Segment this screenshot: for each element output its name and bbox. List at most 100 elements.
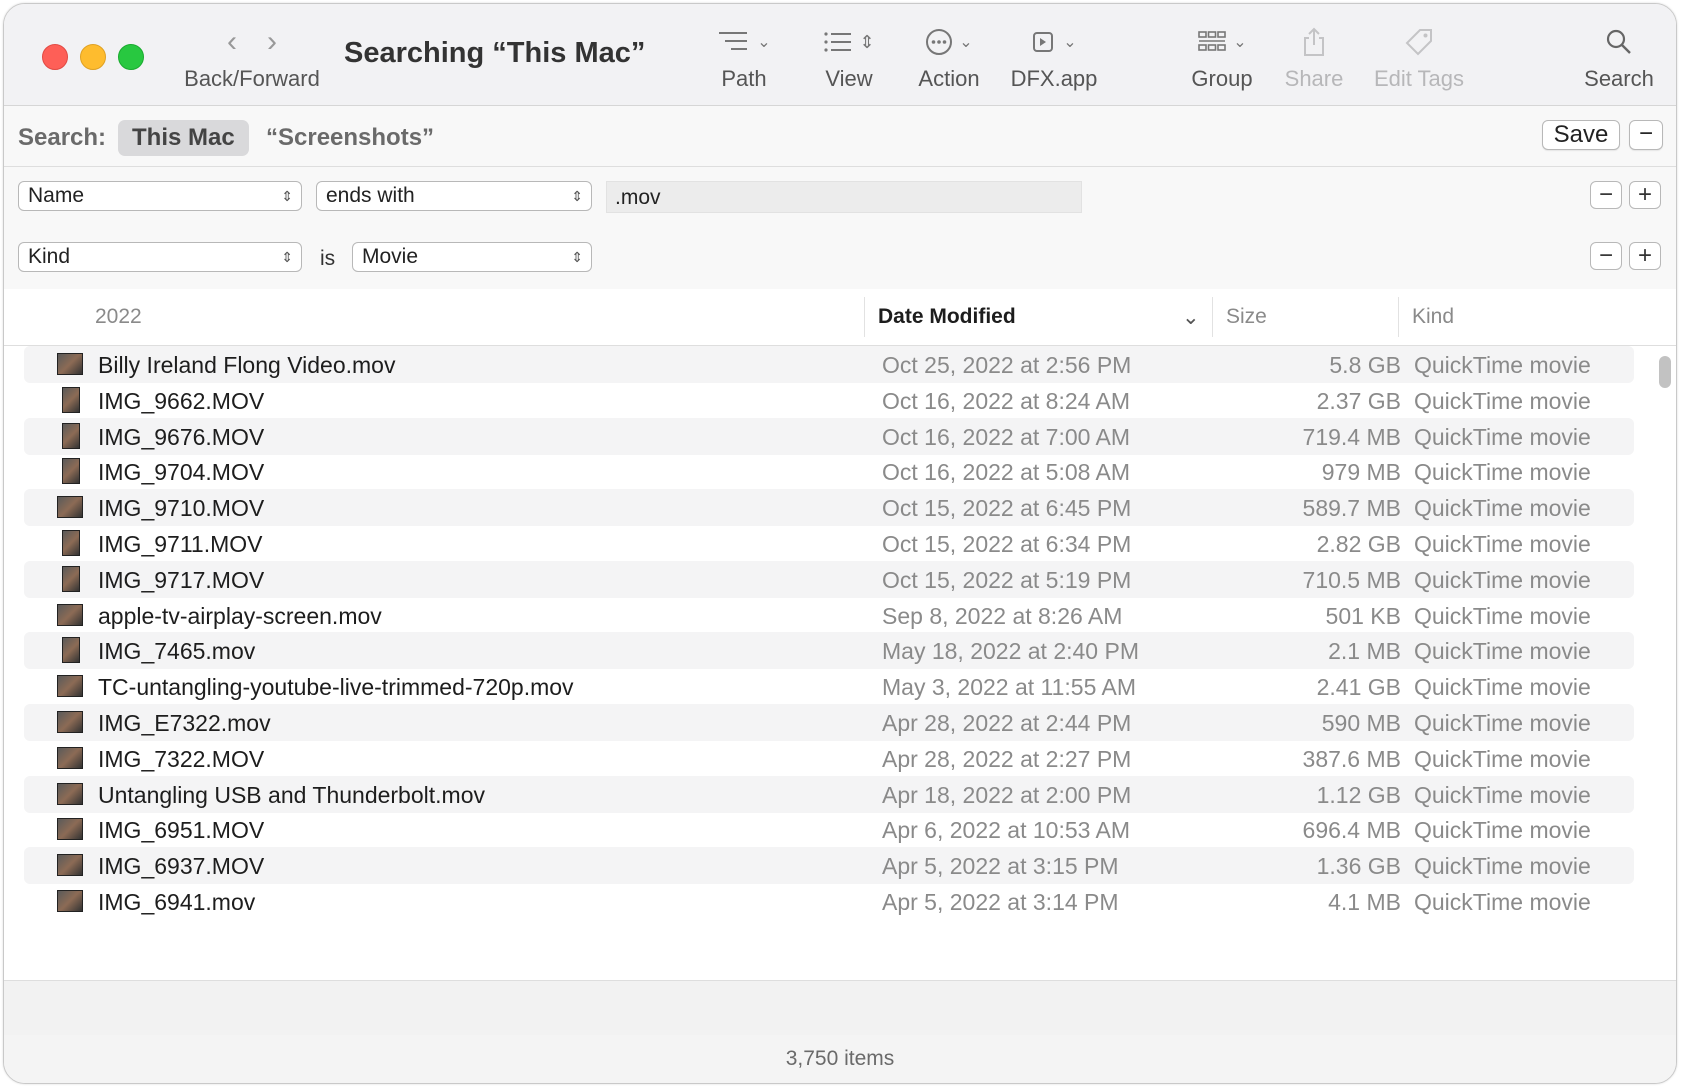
close-button[interactable] [42, 44, 68, 70]
movie-thumbnail-icon [62, 386, 80, 413]
attribute-value: Kind [28, 245, 71, 268]
file-row[interactable]: IMG_6941.mov Apr 5, 2022 at 3:14 PM 4.1 MB… [24, 883, 1634, 920]
file-size: 2.37 GB [1316, 387, 1401, 414]
view-label: View [825, 66, 873, 91]
group-button[interactable]: ⌄ Group [1182, 22, 1262, 92]
file-name: apple-tv-airplay-screen.mov [98, 602, 382, 629]
date-modified: Oct 15, 2022 at 5:19 PM [882, 566, 1132, 593]
file-name: IMG_9662.MOV [98, 387, 265, 414]
column-divider [1212, 297, 1213, 337]
file-row[interactable]: IMG_6951.MOV Apr 6, 2022 at 10:53 AM 696.4… [24, 811, 1634, 848]
file-name: IMG_9710.MOV [98, 495, 265, 522]
file-row[interactable]: Billy Ireland Flong Video.mov Oct 25, 202… [24, 346, 1634, 383]
file-row[interactable]: IMG_7322.MOV Apr 28, 2022 at 2:27 PM 387.6… [24, 740, 1634, 777]
list-view-icon [824, 32, 852, 52]
minimize-button[interactable] [80, 44, 106, 70]
attribute-popup-kind[interactable]: Kind ⇕ [18, 242, 302, 272]
operator-popup[interactable]: ends with ⇕ [316, 181, 592, 211]
back-icon[interactable]: ‹ [227, 25, 237, 59]
item-count: 3,750 items [785, 1047, 895, 1070]
file-row[interactable]: IMG_9717.MOV Oct 15, 2022 at 5:19 PM 710.5… [24, 560, 1634, 598]
forward-icon[interactable]: › [267, 25, 277, 59]
file-name: IMG_7465.mov [98, 638, 256, 665]
kind-value-popup[interactable]: Movie ⇕ [352, 242, 592, 272]
date-modified: Apr 28, 2022 at 2:44 PM [882, 710, 1132, 736]
file-size: 501 KB [1325, 602, 1401, 629]
tag-icon [1405, 29, 1432, 56]
file-list: Billy Ireland Flong Video.mov Oct 25, 202… [4, 346, 1676, 980]
date-modified: Oct 25, 2022 at 2:56 PM [882, 352, 1132, 378]
file-kind: QuickTime movie [1414, 423, 1591, 450]
kind-column-header[interactable]: Kind [1412, 305, 1454, 329]
date-modified: Apr 28, 2022 at 2:27 PM [882, 745, 1132, 772]
search-button[interactable]: Search [1574, 22, 1664, 92]
attribute-value: Name [28, 184, 85, 207]
remove-search-button[interactable]: − [1629, 120, 1663, 150]
file-name: IMG_6941.mov [98, 889, 256, 915]
sort-descending-icon[interactable]: ⌄ [1182, 305, 1200, 330]
window-title: Searching “This Mac” [344, 37, 646, 69]
ellipsis-circle-icon [926, 29, 953, 55]
file-size: 590 MB [1321, 710, 1401, 736]
group-header-2022[interactable]: 2022 [95, 305, 142, 329]
save-search-button[interactable]: Save [1542, 120, 1620, 150]
file-row[interactable]: IMG_6937.MOV Apr 5, 2022 at 3:15 PM 1.36 G… [24, 847, 1634, 885]
path-label: Path [721, 66, 767, 91]
back-forward-label: Back/Forward [184, 66, 320, 91]
file-row[interactable]: IMG_E7322.mov Apr 28, 2022 at 2:44 PM 590 … [24, 704, 1634, 741]
operator-value: ends with [326, 184, 415, 207]
movie-thumbnail-icon [57, 711, 83, 733]
file-row[interactable]: IMG_9710.MOV Oct 15, 2022 at 6:45 PM 589.7… [24, 489, 1634, 527]
file-name: IMG_9717.MOV [98, 566, 265, 593]
movie-thumbnail-icon [57, 603, 83, 626]
add-criteria-button[interactable]: + [1629, 181, 1661, 209]
file-row[interactable]: IMG_7465.mov May 18, 2022 at 2:40 PM 2.1 M… [24, 632, 1634, 670]
size-column-header[interactable]: Size [1226, 305, 1267, 329]
scope-screenshots[interactable]: “Screenshots” [266, 124, 434, 152]
dfx-app-label: DFX.app [1010, 66, 1098, 91]
search-label: Search [1584, 66, 1654, 91]
action-button[interactable]: ⌄ Action [904, 22, 994, 92]
attribute-popup-name[interactable]: Name ⇕ [18, 181, 302, 211]
zoom-button[interactable] [118, 44, 144, 70]
date-modified: May 18, 2022 at 2:40 PM [882, 638, 1139, 665]
back-forward-control: ‹ › Back/Forward [182, 22, 322, 92]
movie-thumbnail-icon [57, 746, 83, 769]
up-down-chevron-icon: ⇕ [571, 249, 583, 265]
file-size: 2.1 MB [1328, 638, 1401, 665]
file-name: IMG_6951.MOV [98, 817, 265, 844]
dfx-app-button[interactable]: ⌄ DFX.app [1004, 22, 1104, 92]
date-modified-column-header[interactable]: Date Modified [878, 305, 1016, 329]
criteria-value-field[interactable]: .mov [606, 181, 1082, 213]
add-criteria-button[interactable]: + [1629, 242, 1661, 270]
file-kind: QuickTime movie [1414, 710, 1591, 736]
file-name: IMG_9711.MOV [98, 531, 263, 557]
file-row[interactable]: IMG_9711.MOV Oct 15, 2022 at 6:34 PM 2.82 … [24, 525, 1634, 562]
search-scope-label: Search: [18, 124, 107, 151]
remove-criteria-button[interactable]: − [1590, 181, 1622, 209]
vertical-scrollbar[interactable] [1659, 356, 1671, 388]
up-down-chevron-icon: ⇕ [281, 188, 293, 204]
view-button[interactable]: ⇕ View [809, 22, 889, 92]
edit-tags-button[interactable]: Edit Tags [1364, 22, 1474, 92]
file-row[interactable]: IMG_9662.MOV Oct 16, 2022 at 8:24 AM 2.37 … [24, 382, 1634, 419]
file-size: 2.41 GB [1316, 674, 1401, 701]
remove-criteria-button[interactable]: − [1590, 242, 1622, 270]
share-button[interactable]: Share [1274, 22, 1354, 92]
search-scope-bar: Search: This Mac “Screenshots” Save − [4, 106, 1676, 167]
date-modified: Apr 18, 2022 at 2:00 PM [882, 781, 1132, 808]
movie-thumbnail-icon [57, 854, 83, 877]
date-modified: Sep 8, 2022 at 8:26 AM [882, 602, 1123, 629]
file-size: 710.5 MB [1302, 566, 1401, 593]
file-kind: QuickTime movie [1414, 674, 1591, 701]
movie-thumbnail-icon [62, 422, 80, 449]
file-row[interactable]: IMG_9676.MOV Oct 16, 2022 at 7:00 AM 719.4… [24, 417, 1634, 455]
file-row[interactable]: IMG_9704.MOV Oct 16, 2022 at 5:08 AM 979 M… [24, 453, 1634, 490]
file-row[interactable]: apple-tv-airplay-screen.mov Sep 8, 2022 a… [24, 597, 1634, 634]
scope-this-mac[interactable]: This Mac [118, 120, 249, 156]
movie-thumbnail-icon [62, 458, 80, 485]
path-button[interactable]: ⌄ Path [704, 22, 784, 92]
date-modified: Oct 16, 2022 at 8:24 AM [882, 387, 1131, 414]
file-row[interactable]: Untangling USB and Thunderbolt.mov Apr 18… [24, 775, 1634, 813]
file-row[interactable]: TC-untangling-youtube-live-trimmed-720p.… [24, 668, 1634, 705]
